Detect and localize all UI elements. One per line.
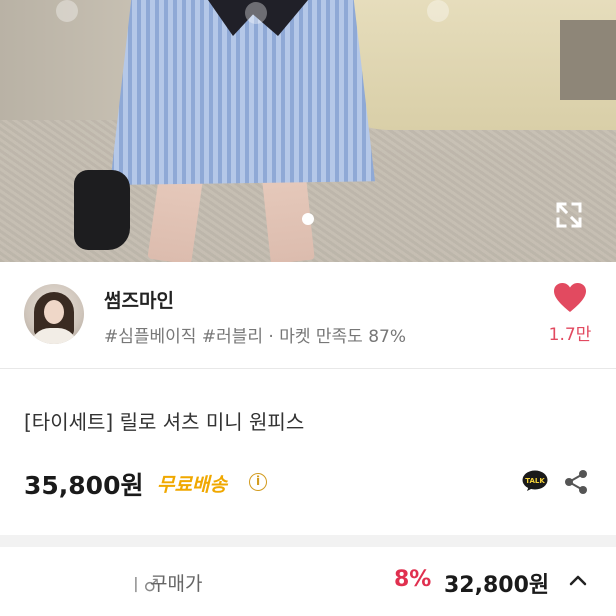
share-icon[interactable] [564, 469, 588, 495]
free-shipping-label: 무료배송 [157, 474, 227, 496]
photo-button-dot [56, 0, 78, 22]
seller-row[interactable]: 썸즈마인 #심플베이직 #러블리 · 마켓 만족도 87% 1.7만 [0, 262, 616, 368]
avatar-face [44, 300, 64, 324]
product-photo[interactable] [0, 0, 616, 262]
photo-headboard [560, 20, 616, 100]
like-button[interactable]: 1.7만 [540, 282, 600, 352]
expand-icon[interactable] [554, 200, 584, 230]
product-title: [타이세트] 릴로 셔츠 미니 원피스 [24, 410, 305, 434]
final-price: 32,800원 [444, 573, 550, 598]
seller-avatar[interactable] [24, 284, 84, 344]
like-count: 1.7만 [548, 325, 592, 345]
divider [0, 368, 616, 369]
discount-rate: 8% [394, 567, 432, 592]
buy-price-label: 구매가 [150, 573, 203, 595]
photo-button-dot [427, 0, 449, 22]
kakaotalk-icon[interactable]: TALK [522, 470, 548, 492]
product-price: 35,800원 [24, 471, 144, 500]
info-icon[interactable]: i [249, 473, 267, 491]
seller-name[interactable]: 썸즈마인 [104, 286, 174, 313]
section-gap [0, 535, 616, 547]
photo-bag [74, 170, 130, 250]
photo-button-dot [245, 2, 267, 24]
purchase-bar[interactable]: ㅣ♂ 구매가 8% 32,800원 [0, 547, 616, 616]
svg-text:TALK: TALK [525, 477, 545, 485]
carousel-page-indicator [302, 213, 314, 225]
seller-tags: #심플베이직 #러블리 · 마켓 만족도 87% [104, 327, 407, 347]
chevron-up-icon[interactable] [569, 573, 587, 587]
photo-dress [110, 0, 375, 185]
heart-icon [554, 283, 586, 312]
